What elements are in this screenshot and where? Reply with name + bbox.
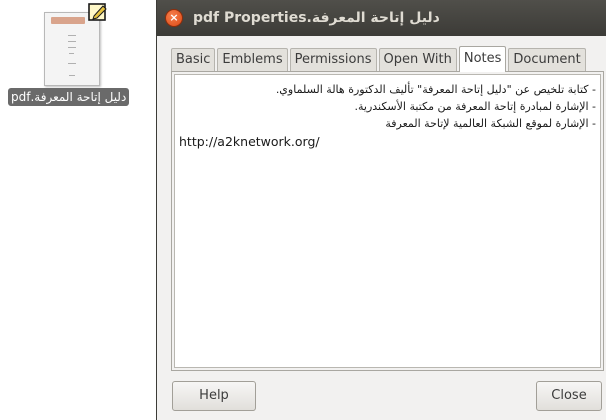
desktop-file-icon[interactable]: دليل إتاحة المعرفة.pdf (0, 0, 150, 120)
title-bar[interactable]: × دليل إتاحة المعرفة.pdf Properties (157, 0, 606, 36)
tab-permissions[interactable]: Permissions (289, 48, 377, 72)
tab-notes[interactable]: Notes (458, 46, 507, 72)
notes-panel: - كتابة تلخيص عن "دليل إتاحة المعرفة" تأ… (171, 71, 604, 371)
help-button[interactable]: Help (172, 381, 256, 411)
note-line: - الإشارة لموقع الشبكة العالمية لإتاحة ا… (385, 117, 596, 130)
note-url: http://a2knetwork.org/ (179, 134, 320, 149)
note-line: - الإشارة لمبادرة إتاحة المعرفة من مكتبة… (354, 100, 597, 113)
pdf-document-thumbnail (44, 12, 100, 86)
notes-text-area[interactable]: - كتابة تلخيص عن "دليل إتاحة المعرفة" تأ… (174, 74, 601, 368)
close-button[interactable]: Close (536, 381, 602, 411)
tab-bar: Basic Emblems Permissions Open With Note… (171, 46, 588, 72)
desktop-file-label[interactable]: دليل إتاحة المعرفة.pdf (8, 88, 130, 106)
window-close-icon[interactable]: × (165, 9, 183, 27)
note-line: - كتابة تلخيص عن "دليل إتاحة المعرفة" تأ… (275, 83, 596, 96)
note-emblem-icon (88, 3, 107, 21)
tab-emblems[interactable]: Emblems (217, 48, 288, 72)
tab-open-with[interactable]: Open With (378, 48, 457, 72)
properties-window: × دليل إتاحة المعرفة.pdf Properties Basi… (156, 0, 606, 420)
tab-basic[interactable]: Basic (171, 48, 216, 72)
tab-document[interactable]: Document (508, 48, 586, 72)
window-title: دليل إتاحة المعرفة.pdf Properties (193, 10, 440, 26)
